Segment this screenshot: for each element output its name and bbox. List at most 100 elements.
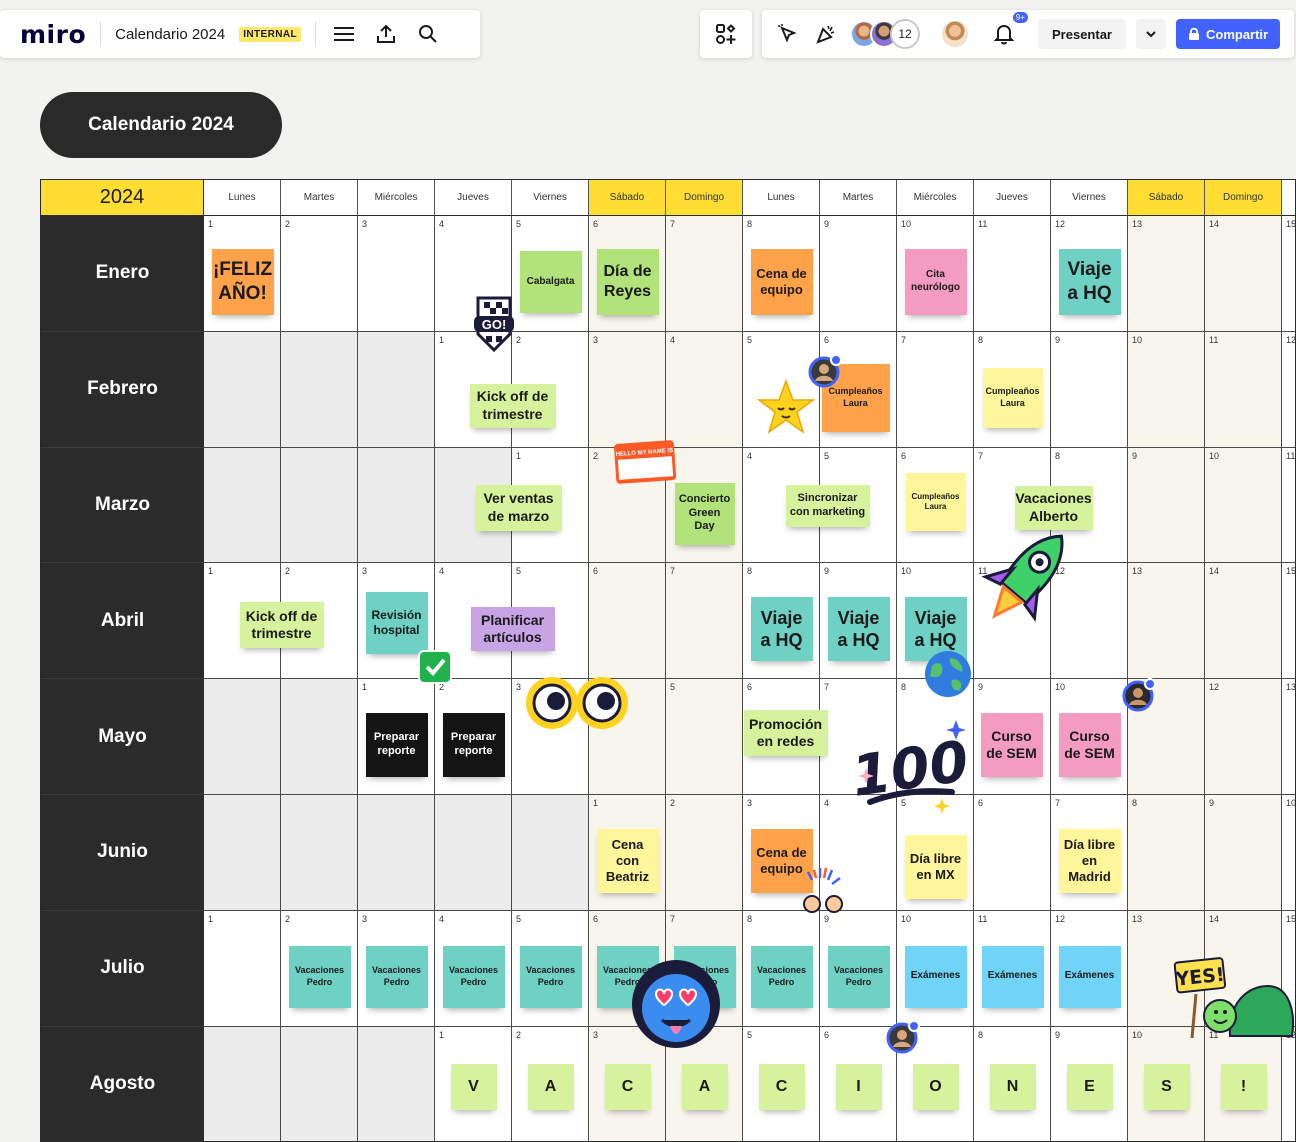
day-cell[interactable]: 11 <box>974 216 1051 332</box>
sticky-note[interactable]: Curso de SEM <box>980 713 1043 778</box>
sticky-note[interactable]: Día libre en MX <box>904 834 967 899</box>
star-face-sticker[interactable] <box>756 378 816 438</box>
bell-icon[interactable]: 9+ <box>990 12 1028 48</box>
sticky-note[interactable]: Planificar artículos <box>470 607 555 652</box>
day-cell[interactable]: 14 <box>1205 563 1282 680</box>
day-cell[interactable]: 4 <box>666 331 743 448</box>
sticky-note[interactable]: Revisión hospital <box>365 592 428 655</box>
board-title-pill[interactable]: Calendario 2024 <box>40 92 282 158</box>
day-cell[interactable]: 3 <box>358 216 435 332</box>
day-cell[interactable]: 9 <box>1205 795 1282 911</box>
sticky-note[interactable]: A <box>527 1063 574 1110</box>
sticky-note[interactable]: Exámenes <box>904 945 967 1008</box>
avatar[interactable] <box>940 19 970 49</box>
sticky-note[interactable]: Día libre en Madrid <box>1058 828 1121 893</box>
day-cell[interactable] <box>358 447 435 564</box>
board-title[interactable]: Calendario 2024 <box>115 26 225 43</box>
day-cell[interactable] <box>204 679 281 795</box>
checkmark-sticker[interactable] <box>418 650 452 684</box>
share-button[interactable]: Compartir <box>1175 19 1281 49</box>
sticky-note[interactable]: Exámenes <box>1058 945 1121 1008</box>
sticky-note[interactable]: Cabalgata <box>519 250 582 313</box>
sticky-note[interactable]: Día de Reyes <box>596 248 659 315</box>
day-cell[interactable]: 10 <box>1282 795 1295 911</box>
sticky-note[interactable]: Exámenes <box>981 945 1044 1008</box>
go-flag-sticker[interactable]: GO! <box>466 294 522 354</box>
sticky-note[interactable]: O <box>912 1063 959 1110</box>
day-cell[interactable] <box>204 447 281 564</box>
day-cell[interactable]: 9 <box>1051 331 1128 448</box>
day-cell[interactable] <box>204 795 281 911</box>
sticky-note[interactable]: Vacaciones Pedro <box>365 945 428 1008</box>
day-cell[interactable]: 1 <box>204 910 281 1027</box>
day-cell[interactable]: 5 <box>666 679 743 795</box>
collaborator-count[interactable]: 12 <box>890 19 920 49</box>
heart-eyes-face-sticker[interactable] <box>626 958 726 1054</box>
day-cell[interactable] <box>281 679 358 795</box>
day-cell[interactable] <box>281 447 358 564</box>
day-cell[interactable] <box>435 795 512 911</box>
day-cell[interactable]: 10 <box>1205 447 1282 564</box>
sticky-note[interactable]: Vacaciones Pedro <box>288 945 351 1008</box>
sticky-note[interactable]: Cena de equipo <box>750 248 813 315</box>
sticky-note[interactable]: Vacaciones Pedro <box>442 945 505 1008</box>
googly-eyes-sticker[interactable] <box>524 672 630 734</box>
sticky-note[interactable]: Kick off de trimestre <box>239 602 324 649</box>
sticky-note[interactable]: C <box>604 1063 651 1110</box>
collaborator-cursor-avatar[interactable] <box>886 1020 920 1054</box>
chevron-down-icon[interactable] <box>1135 19 1166 49</box>
collaborator-cursor-avatar[interactable] <box>1122 678 1156 712</box>
sticky-note[interactable]: Cumpleaños Laura <box>982 367 1043 428</box>
sticky-note[interactable]: Vacaciones Pedro <box>750 945 813 1008</box>
day-cell[interactable]: 14 <box>1205 216 1282 332</box>
day-cell[interactable]: 13 <box>1128 563 1205 680</box>
day-cell[interactable]: 7 <box>666 563 743 680</box>
sticky-note[interactable]: Curso de SEM <box>1058 713 1121 778</box>
sticky-note[interactable]: Preparar reporte <box>442 713 505 778</box>
sticky-note[interactable]: Concierto Green Day <box>674 482 735 545</box>
day-cell[interactable]: 8 <box>1128 795 1205 911</box>
day-cell[interactable]: 15 <box>1282 563 1295 680</box>
sticky-note[interactable]: Cita neurólogo <box>904 248 967 315</box>
globe-sticker[interactable] <box>922 648 974 700</box>
sticky-note[interactable]: ! <box>1220 1063 1267 1110</box>
sticky-note[interactable]: A <box>681 1063 728 1110</box>
sticky-note[interactable]: Viaje a HQ <box>1058 248 1121 315</box>
sticky-note[interactable]: V <box>450 1063 497 1110</box>
cursor-follow-icon[interactable] <box>774 20 802 48</box>
menu-icon[interactable] <box>330 20 358 48</box>
apps-icon[interactable] <box>712 20 740 48</box>
sticky-note[interactable]: I <box>835 1063 882 1110</box>
sticky-note[interactable]: Viaje a HQ <box>827 597 890 662</box>
day-cell[interactable]: 13 <box>1282 679 1295 795</box>
day-cell[interactable]: 2 <box>666 795 743 911</box>
day-cell[interactable]: 11 <box>1205 331 1282 448</box>
miro-logo[interactable]: miro <box>20 20 86 49</box>
sticky-note[interactable]: E <box>1066 1063 1113 1110</box>
sticky-note[interactable]: Vacaciones Pedro <box>519 945 582 1008</box>
hello-name-tag-sticker[interactable]: HELLO MY NAME IS <box>612 436 678 486</box>
day-cell[interactable]: 9 <box>820 216 897 332</box>
rocket-sticker[interactable] <box>972 520 1084 632</box>
day-cell[interactable]: 7 <box>666 216 743 332</box>
day-cell[interactable]: 2 <box>281 216 358 332</box>
sticky-note[interactable]: ¡FELIZ AÑO! <box>211 248 274 315</box>
sticky-note[interactable]: Promoción en redes <box>743 710 828 757</box>
sticky-note[interactable]: Cumpleaños Laura <box>905 472 966 531</box>
collaborators-group[interactable]: 12 <box>850 19 920 49</box>
sticky-note[interactable]: Kick off de trimestre <box>469 383 556 428</box>
sticky-note[interactable]: C <box>758 1063 805 1110</box>
day-cell[interactable] <box>512 795 589 911</box>
sticky-note[interactable]: Sincronizar con marketing <box>785 484 870 527</box>
upload-icon[interactable] <box>372 20 400 48</box>
sticky-note[interactable]: N <box>989 1063 1036 1110</box>
day-cell[interactable]: 6 <box>589 563 666 680</box>
sticky-note[interactable]: Preparar reporte <box>365 713 428 778</box>
yes-turtle-sticker[interactable]: YES! <box>1172 954 1296 1050</box>
sticky-note[interactable]: S <box>1143 1063 1190 1110</box>
day-cell[interactable]: 3 <box>589 331 666 448</box>
day-cell[interactable]: 6 <box>974 795 1051 911</box>
day-cell[interactable]: 15 <box>1282 216 1295 332</box>
sticky-note[interactable]: Viaje a HQ <box>750 597 813 662</box>
sticky-note[interactable]: Cena con Beatriz <box>596 828 659 893</box>
